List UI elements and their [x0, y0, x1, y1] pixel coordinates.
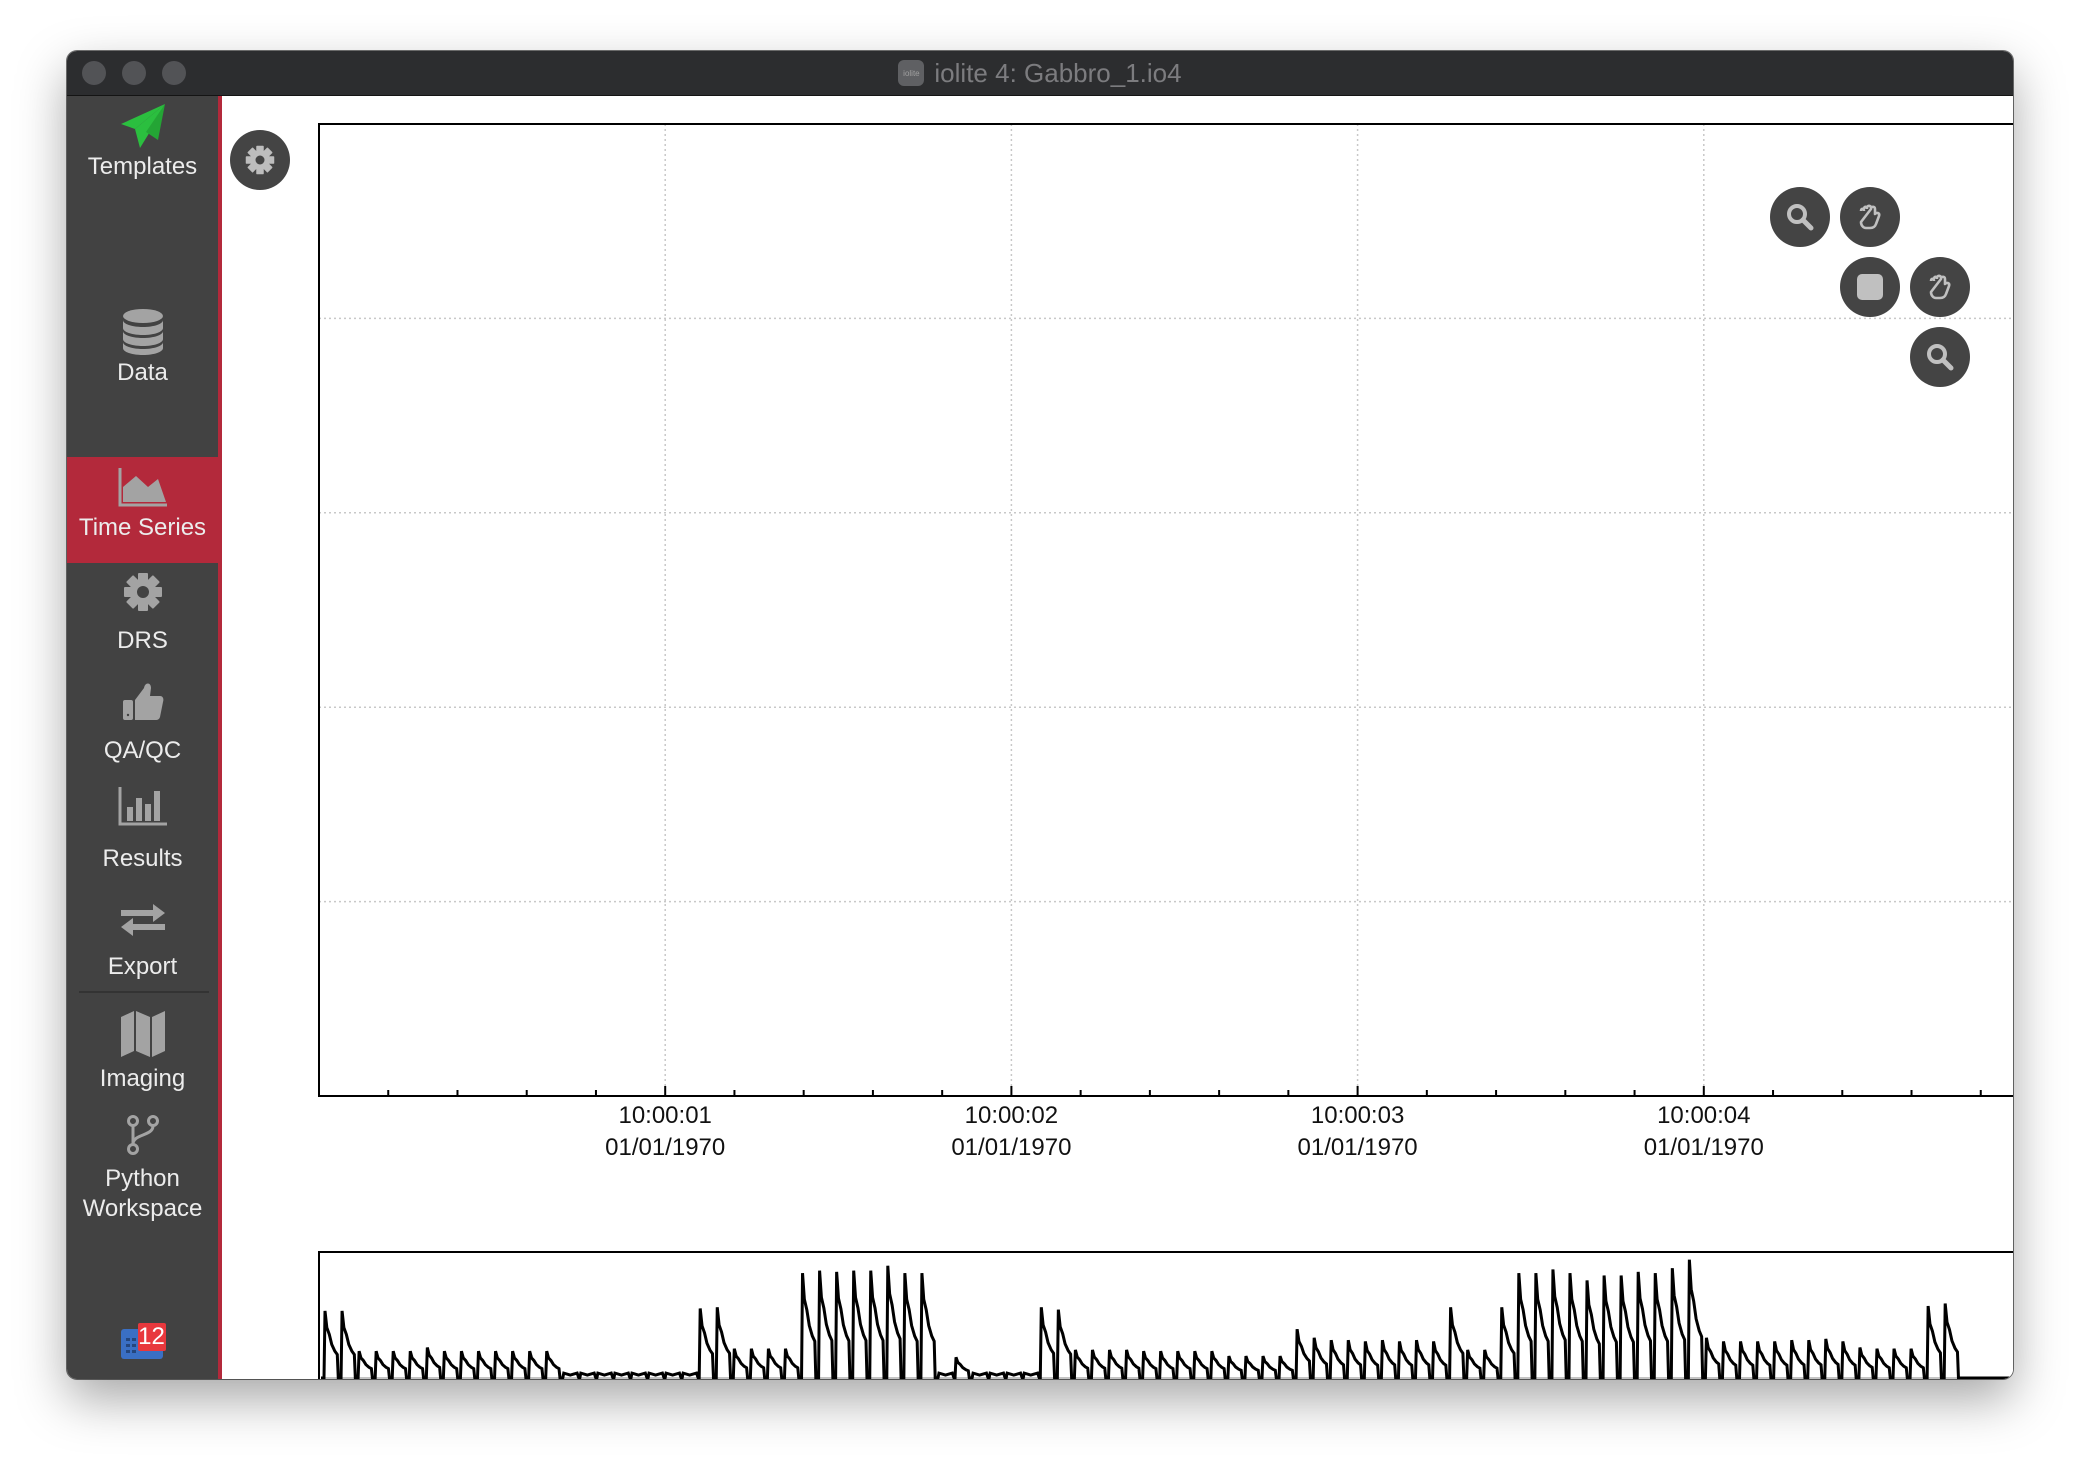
- sidebar-item-results[interactable]: Results: [67, 782, 218, 888]
- app-window: iolite iolite 4: Gabbro_1.io4 Templates …: [67, 51, 2013, 1379]
- hand-icon: [1929, 274, 1951, 300]
- x-tick-time: 10:00:01: [618, 1102, 712, 1129]
- x-tick-time: 10:00:02: [964, 1102, 1059, 1129]
- gear-icon: [245, 145, 275, 175]
- zoom-x-button[interactable]: [1770, 187, 1830, 247]
- sidebar-item-label: Results: [102, 845, 183, 872]
- sidebar-divider: [79, 991, 209, 993]
- sidebar-item-messages[interactable]: 12 Messages: [67, 1321, 218, 1379]
- x-tick-date: 01/01/1970: [1643, 1134, 1764, 1161]
- sidebar-item-label: Imaging: [99, 1065, 186, 1092]
- x-tick-label: 10:00:04 01/01/1970: [1604, 1100, 1804, 1164]
- pan-y-button[interactable]: [1910, 257, 1970, 317]
- magnifier-icon: [1927, 344, 1954, 371]
- sidebar-item-python-workspace[interactable]: Python Workspace: [67, 1112, 218, 1242]
- paper-plane-icon: [120, 104, 165, 148]
- sidebar-item-label: Templates: [87, 153, 198, 180]
- overview-plot[interactable]: [222, 1246, 2013, 1379]
- plot-settings-button[interactable]: [230, 130, 290, 190]
- sidebar-item-templates[interactable]: Templates: [67, 96, 218, 196]
- sidebar-item-label: DRS: [117, 627, 168, 654]
- sidebar-item-qaqc[interactable]: QA/QC: [67, 674, 218, 780]
- sidebar: Templates Data Time Series DRS QA/QC Res…: [67, 96, 218, 1379]
- time-series-panel: 10:00:01 01/01/1970 10:00:02 01/01/1970 10:0…: [222, 96, 2013, 1379]
- app-icon: iolite: [898, 60, 925, 86]
- database-icon: [122, 309, 163, 355]
- x-tick-date: 01/01/1970: [605, 1134, 726, 1161]
- square-icon: [1857, 274, 1883, 300]
- sidebar-item-data[interactable]: Data: [67, 296, 218, 402]
- messages-icon: 12: [120, 1323, 166, 1361]
- sidebar-item-label: Time Series: [78, 514, 207, 541]
- x-tick-date: 01/01/1970: [951, 1134, 1072, 1161]
- title-bar: iolite iolite 4: Gabbro_1.io4: [67, 51, 2013, 96]
- zoom-y-button[interactable]: [1910, 327, 1970, 387]
- x-tick-label: 10:00:03 01/01/1970: [1258, 1100, 1458, 1164]
- exchange-arrows-icon: [120, 904, 165, 936]
- x-tick-label: 10:00:02 01/01/1970: [911, 1100, 1111, 1164]
- code-branch-icon: [126, 1115, 159, 1155]
- x-tick-date: 01/01/1970: [1297, 1134, 1418, 1161]
- x-tick-time: 10:00:04: [1657, 1102, 1751, 1129]
- window-title: iolite 4: Gabbro_1.io4: [934, 57, 1182, 88]
- messages-badge: 12: [137, 1323, 166, 1351]
- pan-x-button[interactable]: [1840, 187, 1900, 247]
- x-tick-label: 10:00:01 01/01/1970: [565, 1100, 765, 1164]
- sidebar-item-label: Export: [107, 953, 178, 980]
- x-tick-time: 10:00:03: [1310, 1102, 1405, 1129]
- main-time-series-plot[interactable]: [222, 96, 2013, 1100]
- bar-chart-icon: [118, 787, 167, 826]
- sidebar-item-label: Data: [117, 359, 168, 386]
- thumbs-up-icon: [122, 683, 163, 720]
- sidebar-item-time-series[interactable]: Time Series: [67, 457, 218, 563]
- plot-frame: [318, 123, 2013, 1097]
- magnifier-icon: [1787, 204, 1814, 231]
- sidebar-item-label: Workspace: [82, 1195, 203, 1222]
- area-chart-icon: [118, 468, 167, 507]
- sidebar-item-label: QA/QC: [103, 737, 182, 764]
- sidebar-item-label: Python: [105, 1165, 180, 1192]
- select-region-button[interactable]: [1840, 257, 1900, 317]
- hand-icon: [1859, 204, 1881, 230]
- sidebar-item-export[interactable]: Export: [67, 890, 218, 996]
- sidebar-item-imaging[interactable]: Imaging: [67, 1004, 218, 1110]
- sidebar-item-drs[interactable]: DRS: [67, 566, 218, 672]
- map-icon: [120, 1011, 165, 1057]
- gear-icon: [123, 573, 162, 611]
